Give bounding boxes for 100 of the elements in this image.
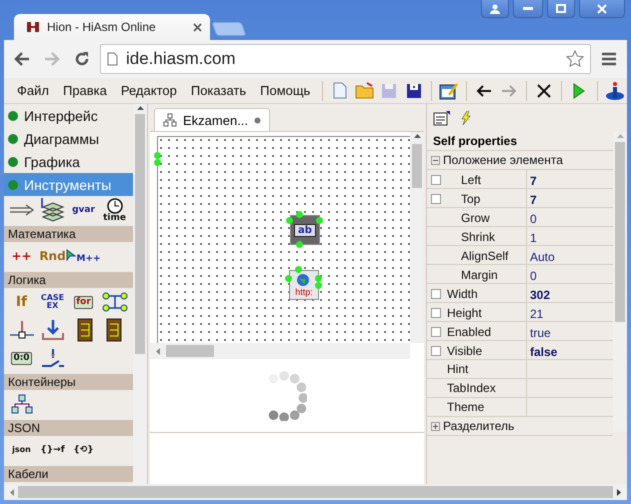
- browser-tab[interactable]: Hion - HiAsm Online: [14, 14, 210, 40]
- scroll-thumb[interactable]: [135, 114, 145, 354]
- toolbar-button[interactable]: [604, 80, 625, 102]
- pin-icon: [296, 241, 303, 248]
- menu-item[interactable]: Показать: [184, 83, 254, 98]
- page-icon: [107, 52, 118, 66]
- property-value: 7: [529, 193, 537, 207]
- section-header: JSON: [4, 420, 133, 436]
- minimize-button[interactable]: [513, 0, 543, 18]
- scroll-thumb[interactable]: [18, 486, 613, 498]
- loading-spinner-icon: [267, 370, 307, 420]
- menu-item[interactable]: Помощь: [253, 83, 318, 98]
- pin-icon: [285, 275, 292, 282]
- pin-icon: [296, 211, 303, 218]
- arrow-right-icon: [500, 84, 517, 96]
- inbox-icon: [40, 319, 64, 341]
- tool-label: json: [12, 446, 31, 454]
- property-name: Width: [447, 287, 478, 301]
- property-value: 302: [529, 288, 550, 302]
- close-button[interactable]: [579, 0, 625, 18]
- collapse-icon[interactable]: [431, 156, 440, 164]
- checkbox[interactable]: [431, 346, 441, 356]
- menu-icon: [602, 52, 616, 66]
- property-name: TabIndex: [447, 381, 496, 395]
- checkbox[interactable]: [431, 175, 441, 185]
- scroll-up-icon[interactable]: [136, 106, 144, 110]
- menu-item[interactable]: Файл: [10, 83, 56, 98]
- tool-label: time: [103, 214, 126, 222]
- tool-label: If: [16, 295, 28, 309]
- properties-icon[interactable]: [433, 110, 451, 126]
- section-header: Математика: [4, 226, 133, 242]
- tool-label: {}→f: [40, 446, 65, 454]
- scroll-thumb[interactable]: [615, 142, 625, 322]
- arrow-icon: [8, 204, 34, 216]
- edit-icon: ab: [294, 224, 316, 236]
- restore-button[interactable]: [547, 0, 575, 18]
- close-icon[interactable]: [193, 22, 202, 32]
- category-item[interactable]: Диаграммы: [4, 127, 133, 150]
- status-dot: [8, 156, 18, 166]
- tool-label: {⟲}: [73, 446, 94, 454]
- close-icon: [597, 4, 607, 14]
- close-dot-icon[interactable]: [254, 116, 262, 124]
- connector-icon: [102, 292, 128, 312]
- logo-icon: [26, 20, 40, 34]
- play-icon: [573, 82, 586, 98]
- star-icon[interactable]: [566, 50, 584, 68]
- property-value: 0: [529, 269, 537, 283]
- scroll-left-icon[interactable]: [156, 348, 160, 354]
- tool-label: M++: [66, 248, 101, 264]
- category-item[interactable]: Интерфейс: [4, 104, 133, 127]
- property-name: Left: [461, 173, 482, 187]
- property-value: Auto: [529, 250, 555, 264]
- section-header: Контейнеры: [4, 374, 133, 390]
- scroll-right-icon[interactable]: [617, 488, 621, 496]
- back-icon: [14, 52, 30, 66]
- scroll-left-icon[interactable]: [10, 488, 14, 496]
- checkbox[interactable]: [431, 308, 441, 318]
- tool-label: Rnd: [39, 250, 66, 262]
- checkbox[interactable]: [431, 327, 441, 337]
- property-value: 21: [529, 307, 544, 321]
- pin-icon: [295, 266, 302, 273]
- scroll-up-icon[interactable]: [414, 134, 420, 138]
- property-value: 0: [529, 212, 537, 226]
- scroll-thumb[interactable]: [412, 144, 422, 188]
- minimize-icon: [523, 6, 533, 10]
- lightning-icon[interactable]: [461, 111, 471, 125]
- editor-tab[interactable]: Ekzamen...: [154, 108, 270, 131]
- floppy-icon: [381, 82, 398, 98]
- tree-icon: [10, 394, 32, 414]
- property-group: Положение элемента: [443, 153, 563, 167]
- property-value: false: [529, 345, 558, 359]
- address-bar[interactable]: ide.hiasm.com: [100, 44, 591, 74]
- tool-label: 0:0: [11, 352, 32, 364]
- property-name: Height: [447, 306, 482, 320]
- tool-label: ++: [11, 250, 32, 262]
- restore-icon: [556, 4, 566, 13]
- menu-item[interactable]: Правка: [56, 83, 114, 98]
- property-value: 7: [529, 174, 537, 188]
- section-header: Логика: [4, 272, 133, 288]
- scroll-thumb[interactable]: [166, 345, 214, 357]
- checkbox[interactable]: [431, 194, 441, 204]
- status-dot: [8, 134, 18, 144]
- property-value: 1: [529, 231, 537, 245]
- document-icon: [333, 82, 348, 99]
- category-item[interactable]: Графика: [4, 150, 133, 173]
- profile-button[interactable]: [481, 0, 509, 18]
- checkbox[interactable]: [431, 289, 441, 299]
- section-header: Кабели: [4, 466, 133, 482]
- tree-icon: [163, 113, 177, 127]
- menu-item[interactable]: Редактор: [114, 83, 184, 98]
- pin-icon: [286, 217, 293, 224]
- status-dot: [8, 110, 18, 120]
- clock-icon: [106, 198, 122, 214]
- pin-icon: [316, 217, 323, 224]
- property-name: Grow: [461, 211, 490, 225]
- info-icon: [604, 80, 625, 100]
- expand-icon[interactable]: [431, 422, 440, 430]
- person-icon: [490, 4, 500, 14]
- reload-icon: [74, 51, 90, 67]
- property-name: Shrink: [461, 230, 496, 244]
